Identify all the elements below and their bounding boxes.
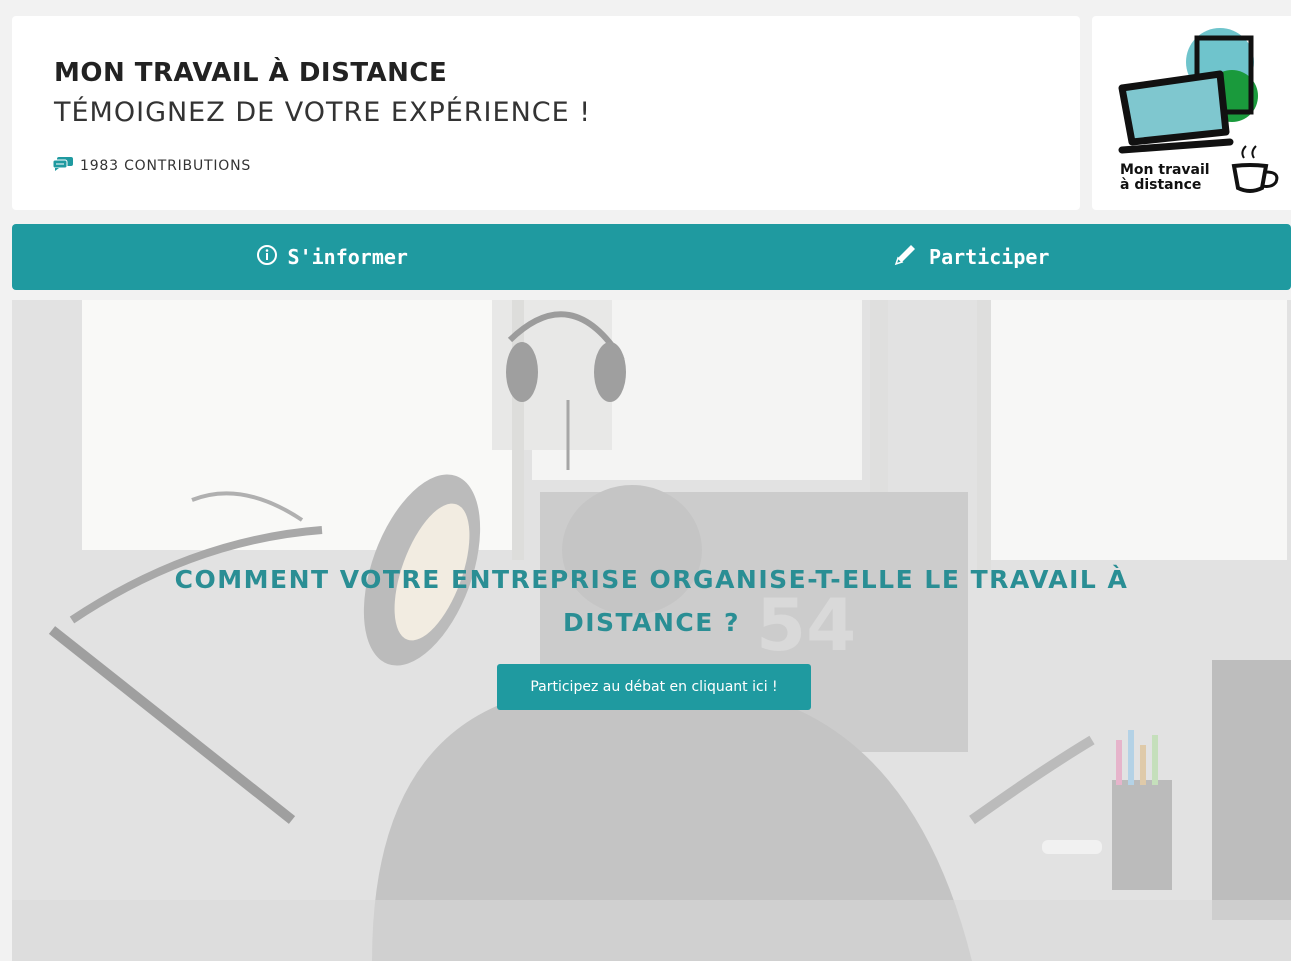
hero-title: COMMENT VOTRE ENTREPRISE ORGANISE-T-ELLE… bbox=[174, 565, 1129, 637]
main-nav: S'informer Participer bbox=[12, 224, 1291, 290]
logo-text-line1: Mon travail bbox=[1120, 162, 1210, 178]
nav-item-participer[interactable]: Participer bbox=[652, 224, 1291, 290]
participate-cta-button[interactable]: Participez au débat en cliquant ici ! bbox=[497, 664, 811, 710]
info-circle-icon bbox=[256, 244, 278, 271]
nav-item-informer[interactable]: S'informer bbox=[12, 224, 652, 290]
contributions-count: 1983 CONTRIBUTIONS bbox=[52, 156, 251, 176]
nav-item-participer-label: Participer bbox=[929, 245, 1050, 269]
hero-banner: 54 COMMENT VOTRE ENTREPRISE ORGANISE-T-E… bbox=[12, 300, 1291, 961]
nav-item-informer-label: S'informer bbox=[287, 245, 408, 269]
page-title: MON TRAVAIL À DISTANCE bbox=[54, 58, 448, 88]
pencil-icon bbox=[893, 243, 919, 272]
site-logo: Mon travail à distance bbox=[1118, 28, 1279, 193]
logo-text-line2: à distance bbox=[1120, 177, 1201, 193]
logo-card: Mon travail à distance bbox=[1092, 16, 1291, 210]
contributions-label: 1983 CONTRIBUTIONS bbox=[80, 158, 252, 174]
header-card: MON TRAVAIL À DISTANCE TÉMOIGNEZ DE VOTR… bbox=[12, 16, 1080, 210]
page-subtitle: TÉMOIGNEZ DE VOTRE EXPÉRIENCE ! bbox=[54, 97, 592, 128]
comments-icon bbox=[52, 156, 74, 176]
